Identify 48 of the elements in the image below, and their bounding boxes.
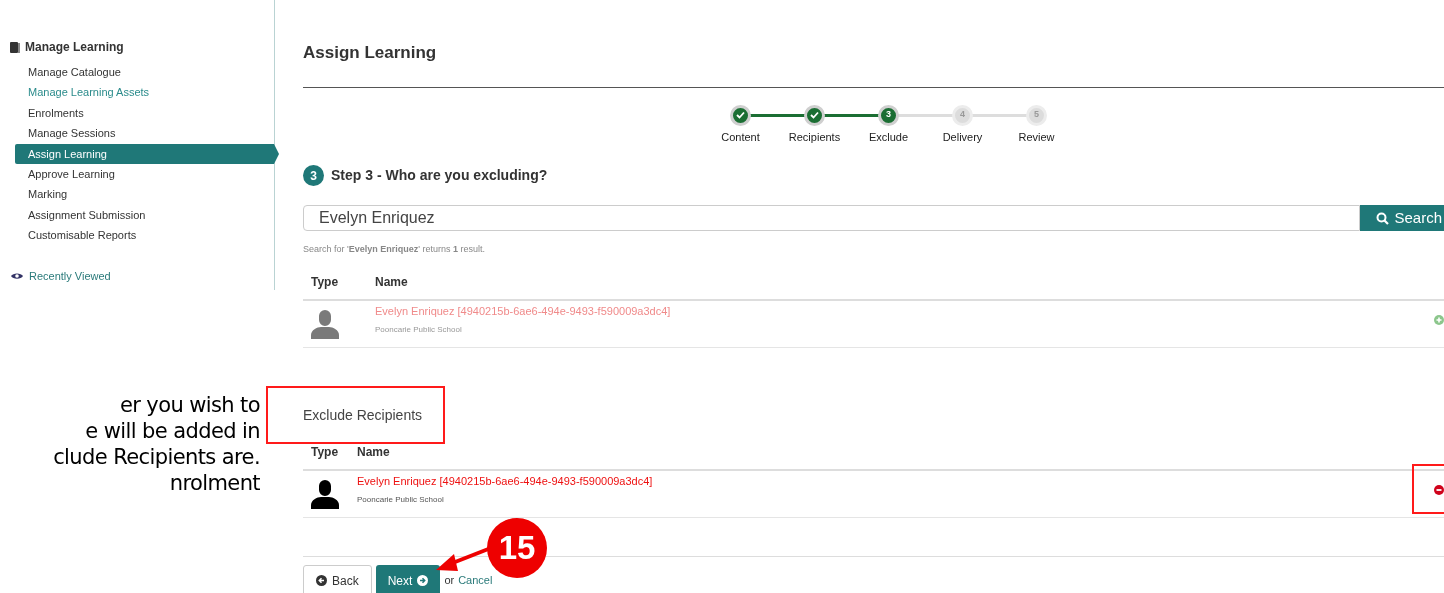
step-indicator: 4 [952,104,973,126]
step-indicator: 5 [1026,104,1047,126]
arrow-left-icon [316,575,327,586]
book-icon [10,41,20,53]
column-header: Name [357,443,390,461]
remove-icon[interactable] [1434,484,1444,495]
section-title: Manage Learning [25,39,124,56]
recently-viewed-link[interactable]: Recently Viewed [29,267,111,284]
sidebar-item[interactable]: Manage Learning Assets [15,82,274,103]
sidebar-item[interactable]: Customisable Reports [15,225,274,246]
sidebar-item[interactable]: Assignment Submission [15,204,274,226]
search-icon [1376,211,1390,225]
result-summary: Search for 'Evelyn Enriquez' returns 1 result. [303,243,487,256]
recipient-name[interactable]: Evelyn Enriquez [4940215b-6ae6-494e-9493-f590009a3dc4] [357,473,1434,490]
search-field[interactable]: Evelyn Enriquez [303,205,1361,231]
step-number: 3 [303,165,324,186]
eye-icon [11,271,23,280]
column-header: Type [310,273,340,291]
step-label: Recipients [788,129,841,145]
search-button[interactable]: Search [1360,205,1444,231]
section-heading: Exclude Recipients [303,405,423,425]
highlight-frame [1412,464,1444,514]
sidebar-item[interactable]: Manage Sessions [15,123,274,144]
sidebar-item[interactable]: Approve Learning [15,163,274,185]
or-text: or [444,573,455,588]
step-label: Exclude [868,129,909,145]
person-icon [309,308,341,339]
step-label: Delivery [942,129,983,145]
column-header: Name [375,273,408,291]
back-button[interactable]: Back [303,564,372,593]
check-icon [736,111,745,119]
school-name: Pooncarie Public School [357,493,445,506]
sidebar-item[interactable]: Marking [15,184,274,205]
school-name: Pooncarie Public School [375,323,463,336]
sidebar-item[interactable]: Manage Catalogue [15,62,274,83]
page-title: Assign Learning [303,42,438,64]
person-icon [309,478,341,509]
next-button[interactable]: Next [375,564,441,593]
arrow-right-icon [417,575,429,586]
step-label: Review [1018,129,1055,145]
sidebar-item[interactable]: Assign Learning [15,143,274,164]
step-heading: Step 3 - Who are you excluding? [331,166,548,185]
step-label: Content [721,129,760,145]
step-indicator: 3 [878,104,899,126]
column-header: Type [310,443,340,461]
sidebar-item[interactable]: Enrolments [15,102,274,124]
document-text: er you wish to e will be added in clude Recipients are. nrolment [52,392,260,496]
check-icon [810,111,819,119]
